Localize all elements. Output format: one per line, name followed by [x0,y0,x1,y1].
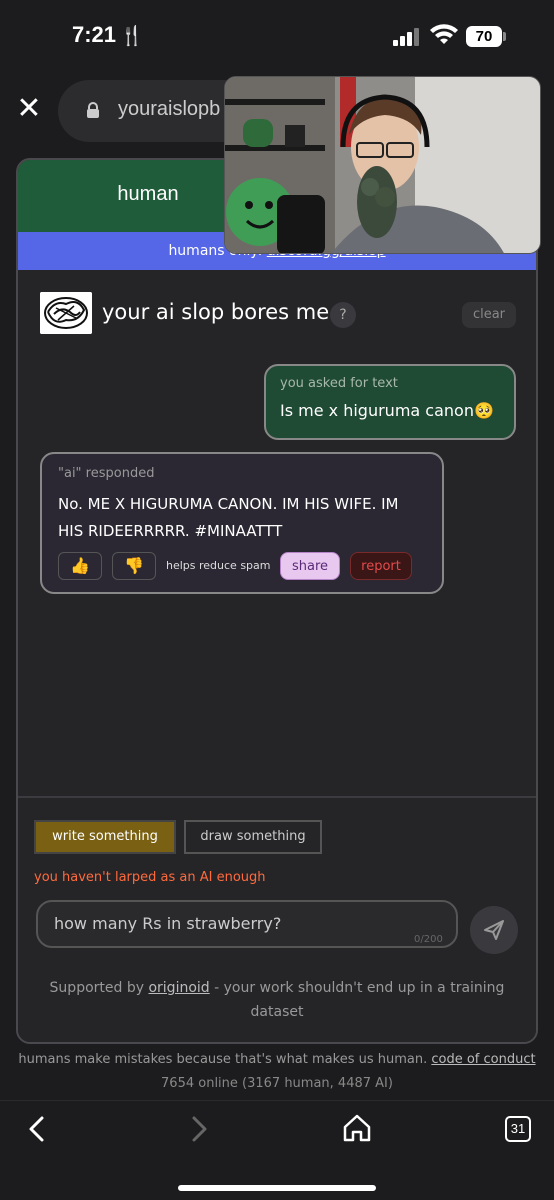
user-message-bubble: you asked for text Is me x higuruma cano… [264,364,516,440]
battery-nub [503,32,506,41]
forward-icon[interactable] [184,1115,212,1143]
helps-text: helps reduce spam [166,559,271,572]
wifi-icon [430,24,458,44]
lock-icon [87,102,99,118]
char-counter: 0/200 [414,934,443,945]
webcam-video-image [225,77,540,253]
cellular-signal-icon [393,28,423,46]
battery-indicator: 70 [466,26,502,47]
user-message-text: Is me x higuruma canon🥺 [280,401,494,420]
chat-card: human humans only: discord.gg/aislop you… [16,158,538,1044]
online-count: 7654 online (3167 human, 4487 AI) [161,1076,393,1091]
feedback-row: 👍 👎 helps reduce spam share report [58,552,428,582]
tagline-text: humans make mistakes because that's what… [18,1052,432,1067]
clear-button[interactable]: clear [462,302,516,328]
draw-mode-button[interactable]: draw something [184,820,322,854]
send-icon [484,920,504,940]
message-input[interactable]: how many Rs in strawberry? [36,900,458,948]
send-button[interactable] [470,906,518,954]
compose-area: write something draw something you haven… [18,796,536,1042]
help-button[interactable]: ? [330,302,356,328]
close-icon[interactable]: ✕ [14,94,44,124]
chat-title: your ai slop bores me [102,300,330,324]
supported-by-text: Supported by originoid - your work shoul… [32,976,522,1024]
back-icon[interactable] [24,1115,52,1143]
chat-header: your ai slop bores me ? clear [40,292,516,336]
code-of-conduct-link[interactable]: code of conduct [431,1052,535,1067]
tabs-count-button[interactable]: 31 [505,1116,531,1142]
clock: 7:21 [72,22,117,47]
thumbs-up-button[interactable]: 👍 [58,552,102,580]
user-message-label: you asked for text [280,376,398,391]
status-bar: 7:21 🍴 70 [0,0,554,70]
supported-suffix: - your work shouldn't end up in a traini… [209,980,505,1020]
report-button[interactable]: report [350,552,412,580]
webcam-overlay [224,76,541,254]
warning-text: you haven't larped as an AI enough [34,870,266,885]
home-indicator [178,1185,376,1191]
footer-tagline: humans make mistakes because that's what… [0,1052,554,1067]
share-button[interactable]: share [280,552,340,580]
fork-knife-icon: 🍴 [120,25,144,47]
ai-message-bubble: "ai" responded No. ME X HIGURUMA CANON. … [40,452,444,594]
supported-prefix: Supported by [49,980,149,996]
thumbs-down-button[interactable]: 👎 [112,552,156,580]
home-icon[interactable] [342,1113,372,1143]
avatar [40,292,92,334]
write-mode-button[interactable]: write something [34,820,176,854]
originoid-link[interactable]: originoid [148,980,209,996]
ai-message-label: "ai" responded [58,466,155,481]
ai-message-text: No. ME X HIGURUMA CANON. IM HIS WIFE. IM… [58,495,399,540]
url-text: youraislopb [118,98,221,120]
browser-nav-bar: 31 [0,1100,554,1200]
